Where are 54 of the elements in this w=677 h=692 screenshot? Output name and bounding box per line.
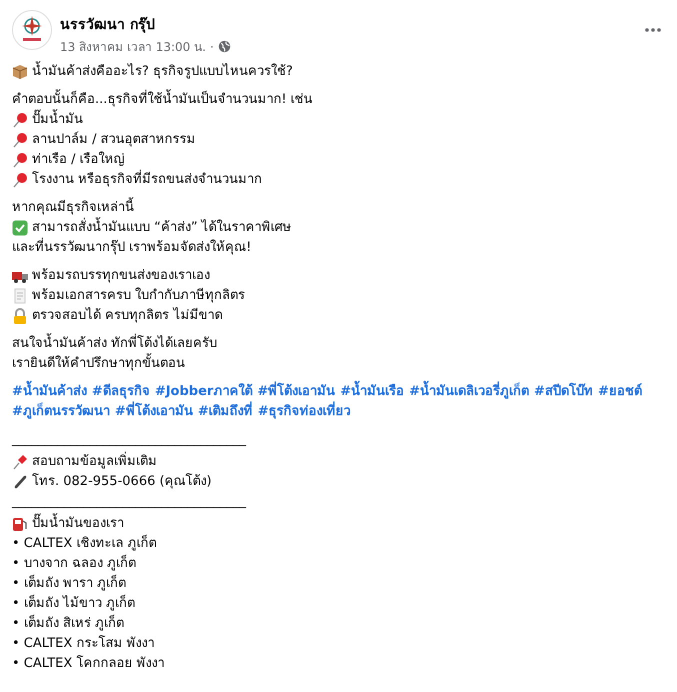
post-text: สอบถามข้อมูลเพิ่มเติม [32, 452, 157, 472]
pin-icon [12, 112, 28, 128]
post-text: ปั๊มน้ำมัน [32, 110, 83, 130]
globe-icon [218, 40, 231, 53]
post-time[interactable]: 13 สิงหาคม เวลา 13:00 น. [60, 37, 206, 56]
dot-separator: · [210, 40, 214, 54]
post-text: • CALTEX กระโสม พังงา [12, 634, 155, 653]
hashtag-link[interactable]: #เติมถึงที่ [198, 402, 253, 422]
post-text: ท่าเรือ / เรือใหญ่ [32, 150, 125, 169]
post-text: หากคุณมีธุรกิจเหล่านี้ [12, 198, 134, 218]
post-text: เรายินดีให้คำปรึกษาทุกขั้นตอน [12, 354, 185, 374]
post-text: พร้อมรถบรรทุกขนส่งของเราเอง [32, 267, 210, 285]
post-text: • CALTEX เชิงทะเล ภูเก็ต [12, 534, 157, 553]
post-text: คำตอบนั้นก็คือ...ธุรกิจที่ใช้น้ำมันเป็นจำนวนมาก! เช่น [12, 90, 313, 110]
check-icon [12, 220, 28, 236]
post-text: ____________________________________ [12, 493, 246, 511]
hashtag-link[interactable]: #สปีดโบ๊ท [534, 382, 593, 402]
post-text: น้ำมันค้าส่งคืออะไร? ธุรกิจรูปแบบไหนควรใช้? [32, 62, 293, 82]
post-text: โทร. 082-955-0666 (คุณโต้ง) [32, 472, 212, 491]
post-text: • CALTEX โคกกลอย พังงา [12, 654, 165, 673]
hashtag-link[interactable]: #น้ำมันค้าส่ง [12, 382, 87, 402]
post-text: ปั๊มน้ำมันของเรา [32, 514, 124, 534]
hashtag-link[interactable]: #ดีลธุรกิจ [92, 382, 150, 402]
box-icon [12, 64, 28, 80]
hashtag-link[interactable]: #น้ำมันเรือ [340, 382, 404, 402]
more-options-icon[interactable] [645, 28, 661, 32]
post-text: สามารถสั่งน้ำมันแบบ “ค้าส่ง” ได้ในราคาพิเศษ [32, 218, 292, 238]
hashtag-link[interactable]: #พี่โต้งเอามัน [114, 402, 193, 422]
pin-icon [12, 152, 28, 168]
author-name[interactable]: นรรวัฒนา กรุ๊ป [60, 13, 637, 35]
pin-icon [12, 132, 28, 148]
post-text: • เต็มถัง สิเหร่ ภูเก็ต [12, 614, 124, 633]
post-text: ลานปาล์ม / สวนอุตสาหกรรม [32, 130, 196, 149]
post-text: ____________________________________ [12, 431, 246, 449]
pushpin-icon [12, 454, 28, 470]
hashtag-link[interactable]: #ยอชต์ [598, 382, 642, 402]
hashtag-link[interactable]: #ธุรกิจท่องเที่ยว [258, 402, 351, 422]
post-text: และที่นรรวัฒนากรุ๊ป เราพร้อมจัดส่งให้คุณ! [12, 238, 252, 258]
post-text: โรงงาน หรือธุรกิจที่มีรถขนส่งจำนวนมาก [32, 170, 262, 190]
post-text: • เต็มถัง พารา ภูเก็ต [12, 574, 126, 593]
pin-icon [12, 172, 28, 188]
hashtag-link[interactable]: #พี่โต้งเอามัน [257, 382, 336, 402]
lock-icon [12, 308, 28, 324]
hashtag-link[interactable]: #ภูเก็ตนรรวัฒนา [12, 402, 110, 422]
post-text: ตรวจสอบได้ ครบทุกลิตร ไม่มีขาด [32, 306, 222, 325]
receipt-icon [12, 288, 28, 304]
post-text: พร้อมเอกสารครบ ใบกำกับภาษีทุกลิตร [32, 286, 246, 305]
fuel-pump-icon [12, 516, 28, 532]
hashtag-link[interactable]: #Jobberภาคใต้ [154, 382, 252, 402]
post-text: สนใจน้ำมันค้าส่ง ทักพี่โต้งได้เลยครับ [12, 334, 218, 354]
post-text: • เต็มถัง ไม้ขาว ภูเก็ต [12, 594, 136, 613]
logo-avatar-icon[interactable] [12, 10, 52, 50]
hashtag-link[interactable]: #น้ำมันเดลิเวอรี่ภูเก็ต [409, 382, 530, 402]
post-text: • บางจาก ฉลอง ภูเก็ต [12, 554, 136, 573]
